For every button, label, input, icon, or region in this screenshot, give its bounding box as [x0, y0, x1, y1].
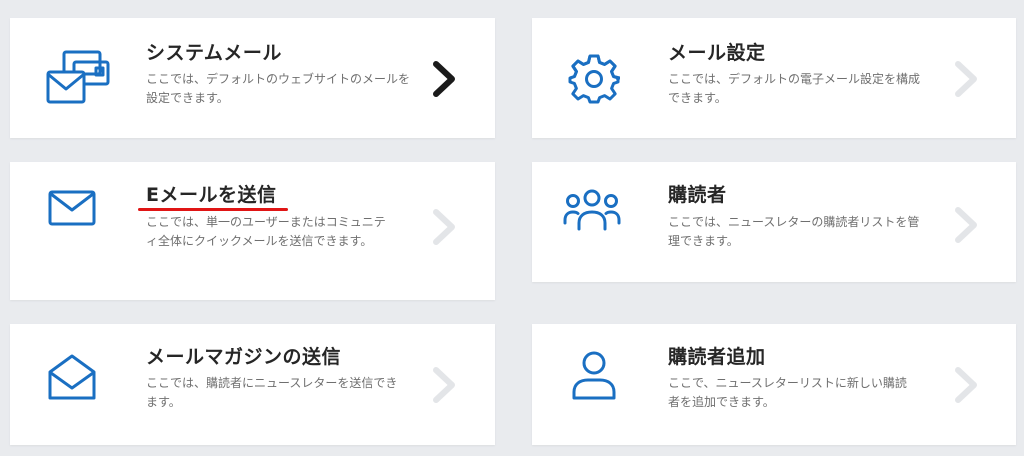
- card-description: ここでは、ニュースレターの購読者リストを管理できます。: [668, 215, 920, 248]
- card-description: ここでは、デフォルトの電子メール設定を構成できます。: [668, 72, 921, 105]
- card-subscribers[interactable]: 購読者 ここでは、ニュースレターの購読者リストを管理できます。: [532, 162, 1016, 282]
- users-group-icon: [560, 178, 624, 242]
- card-send-newsletter[interactable]: メールマガジンの送信 ここでは、購読者にニュースレターを送信できます。: [10, 324, 495, 445]
- chevron-right-icon[interactable]: [430, 364, 460, 406]
- card-system-mail[interactable]: システムメール ここでは、デフォルトのウェブサイトのメールを設定できます。: [10, 18, 495, 138]
- envelope-icon: [40, 176, 104, 240]
- chevron-right-icon[interactable]: [952, 204, 982, 246]
- settings-grid: システムメール ここでは、デフォルトのウェブサイトのメールを設定できます。 メー…: [0, 0, 1024, 456]
- card-add-subscriber[interactable]: 購読者追加 ここで、ニュースレターリストに新しい購読者を追加できます。: [532, 324, 1016, 445]
- card-description: ここでは、単一のユーザーまたはコミュニティ全体にクイックメールを送信できます。: [146, 215, 386, 248]
- user-add-icon: [562, 344, 626, 408]
- chevron-right-icon[interactable]: [952, 58, 982, 100]
- card-title: メール設定: [668, 42, 766, 64]
- chevron-right-icon[interactable]: [430, 58, 460, 100]
- card-description: ここで、ニュースレターリストに新しい購読者を追加できます。: [668, 376, 907, 409]
- open-envelope-icon: [40, 346, 104, 410]
- card-mail-settings[interactable]: メール設定 ここでは、デフォルトの電子メール設定を構成できます。: [532, 18, 1016, 138]
- card-title: 購読者追加: [668, 346, 766, 368]
- chevron-right-icon[interactable]: [430, 206, 460, 248]
- card-title: システムメール: [146, 42, 282, 64]
- card-title: 購読者: [668, 184, 727, 206]
- gear-icon: [562, 46, 626, 110]
- card-title: メールマガジンの送信: [146, 346, 342, 368]
- card-description: ここでは、購読者にニュースレターを送信できます。: [146, 376, 398, 409]
- annotation-underline: [138, 208, 288, 211]
- chevron-right-icon[interactable]: [952, 364, 982, 406]
- card-send-email[interactable]: Eメールを送信 ここでは、単一のユーザーまたはコミュニティ全体にクイックメールを…: [10, 162, 495, 300]
- card-description: ここでは、デフォルトのウェブサイトのメールを設定できます。: [146, 72, 411, 105]
- card-title: Eメールを送信: [146, 184, 277, 206]
- envelopes-icon: [46, 46, 110, 110]
